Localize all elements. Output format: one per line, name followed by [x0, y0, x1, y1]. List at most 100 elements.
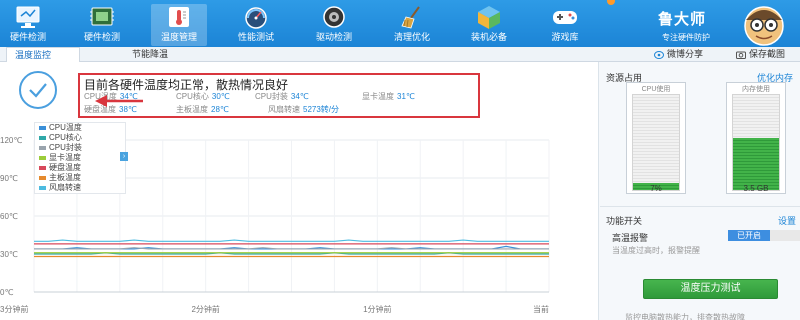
main-toolbar: 硬件检测 硬件检测 温度管理 性能测试 驱动检测 清理优化 装机必备 游戏库 鲁…: [0, 0, 800, 47]
x-tick-label: 1分钟前: [363, 304, 391, 314]
legend-swatch: [39, 126, 46, 130]
toolbar-item-label: 硬件检测: [9, 32, 46, 42]
legend-swatch: [39, 136, 46, 140]
toolbar-item-label: 温度管理: [160, 32, 197, 42]
legend-item[interactable]: CPU封装: [35, 143, 125, 153]
y-tick-label: 120℃: [0, 136, 22, 145]
brand-slogan: 专注硬件防护: [662, 33, 710, 42]
weibo-share-label: 微博分享: [667, 49, 704, 59]
panel-divider: [600, 206, 800, 207]
toolbar-item-label: 硬件检测: [83, 32, 120, 42]
reading-value: 30℃: [211, 92, 230, 101]
legend-swatch: [39, 156, 46, 160]
y-tick-label: 60℃: [0, 212, 18, 221]
memory-usage-label: 内存使用: [742, 86, 770, 93]
chip-icon: [90, 7, 114, 26]
tab-energy-saving[interactable]: 节能降温: [124, 47, 190, 62]
reading-board-temp: 主板温度 28℃: [176, 104, 229, 115]
driver-icon: [323, 6, 345, 28]
cpu-usage-track: [632, 94, 680, 191]
memory-usage-track: [732, 94, 780, 191]
legend-collapse-button[interactable]: ›: [120, 152, 128, 161]
settings-link[interactable]: 设置: [778, 214, 796, 227]
toolbar-item-driver[interactable]: 驱动检测: [306, 4, 362, 46]
x-tick-label: 2分钟前: [191, 304, 219, 314]
functions-title: 功能开关: [606, 216, 643, 226]
y-tick-label: 0℃: [0, 288, 13, 297]
toolbar-item-games[interactable]: 游戏库: [537, 4, 593, 46]
legend-swatch: [39, 146, 46, 150]
legend-item[interactable]: CPU核心: [35, 133, 125, 143]
reading-value: 34℃: [290, 92, 309, 101]
legend-item[interactable]: 风扇转速: [35, 183, 125, 193]
memory-usage-meter: 内存使用: [726, 82, 786, 194]
thermometer-icon: [169, 7, 189, 27]
toolbar-item-label: 游戏库: [551, 32, 579, 42]
reading-value: 5273转/分: [303, 105, 340, 114]
reading-label: CPU核心: [176, 92, 209, 101]
tab-bar: 温度监控 节能降温 微博分享 保存截图: [0, 47, 800, 62]
memory-usage-fill: [733, 137, 779, 190]
stress-test-button[interactable]: 温度压力测试: [643, 279, 778, 299]
gamepad-icon: [553, 11, 577, 24]
cpu-usage-label: CPU使用: [641, 86, 671, 93]
save-screenshot-label: 保存截图: [749, 49, 786, 59]
memory-usage-value: 3.5 GB: [743, 184, 769, 193]
weibo-icon: [654, 51, 664, 60]
notification-dot: [607, 0, 615, 5]
legend-label: 硬盘温度: [49, 163, 81, 172]
alarm-toggle-state: 已开启: [728, 230, 770, 241]
y-tick-label: 30℃: [0, 250, 18, 259]
reading-label: CPU封装: [255, 92, 288, 101]
reading-cpu-package: CPU封装 34℃: [255, 91, 309, 102]
legend-label: 主板温度: [49, 173, 81, 182]
legend-label: 风扇转速: [49, 183, 81, 192]
reading-label: 风扇转速: [268, 105, 300, 114]
camera-icon: [736, 51, 746, 60]
alarm-toggle[interactable]: 已开启: [728, 230, 800, 241]
legend-item[interactable]: CPU温度: [35, 123, 125, 133]
cube-icon: [478, 6, 500, 29]
toolbar-item-cleanup[interactable]: 清理优化: [384, 4, 440, 46]
chart-legend: CPU温度 CPU核心 CPU封装 显卡温度 硬盘温度 主板温度 风扇转速: [34, 122, 126, 194]
legend-swatch: [39, 176, 46, 180]
legend-label: 显卡温度: [49, 153, 81, 162]
legend-swatch: [39, 186, 46, 190]
cpu-usage-meter: CPU使用: [626, 82, 686, 194]
reading-value: 31℃: [397, 92, 415, 101]
alarm-label: 高温报警: [612, 233, 649, 243]
tab-label: 节能降温: [132, 49, 169, 59]
x-tick-label: 当前: [533, 304, 549, 314]
toolbar-item-hardware-detect[interactable]: 硬件检测: [74, 4, 130, 46]
toolbar-item-temperature[interactable]: 温度管理: [151, 4, 207, 46]
legend-item[interactable]: 主板温度: [35, 173, 125, 183]
legend-label: CPU温度: [49, 123, 82, 132]
reading-gpu-temp: 显卡温度 31℃: [362, 91, 415, 102]
legend-item[interactable]: 硬盘温度: [35, 163, 125, 173]
gauge-icon: [245, 7, 267, 29]
toolbar-item-label: 装机必备: [470, 32, 507, 42]
toolbar-item-label: 驱动检测: [315, 32, 352, 42]
cpu-usage-value: 7%: [650, 184, 662, 193]
brand-name: 鲁大师: [658, 11, 707, 28]
red-arrow-annotation-icon: [95, 95, 143, 107]
broom-icon: [401, 6, 420, 29]
toolbar-item-performance[interactable]: 性能测试: [228, 4, 284, 46]
reading-cpu-core: CPU核心 30℃: [176, 91, 230, 102]
tab-temperature-monitor[interactable]: 温度监控: [6, 47, 80, 62]
legend-item[interactable]: 显卡温度: [35, 153, 125, 163]
legend-label: CPU核心: [49, 133, 82, 142]
stress-test-description: 监控电脑散热能力，排查散热故障: [625, 313, 745, 320]
x-tick-label: 3分钟前: [0, 304, 28, 314]
weibo-share-link[interactable]: 微博分享: [654, 47, 703, 62]
save-screenshot-link[interactable]: 保存截图: [736, 47, 785, 62]
legend-swatch: [39, 166, 46, 170]
brand: 鲁大师 专注硬件防护: [658, 8, 710, 43]
toolbar-item-hardware-overview[interactable]: 硬件检测: [0, 4, 56, 46]
toolbar-item-essentials[interactable]: 装机必备: [461, 4, 517, 46]
reading-label: 显卡温度: [362, 92, 394, 101]
reading-value: 28℃: [211, 105, 229, 114]
toolbar-item-label: 清理优化: [393, 32, 430, 42]
toolbar-item-label: 性能测试: [237, 32, 274, 42]
legend-label: CPU封装: [49, 143, 82, 152]
